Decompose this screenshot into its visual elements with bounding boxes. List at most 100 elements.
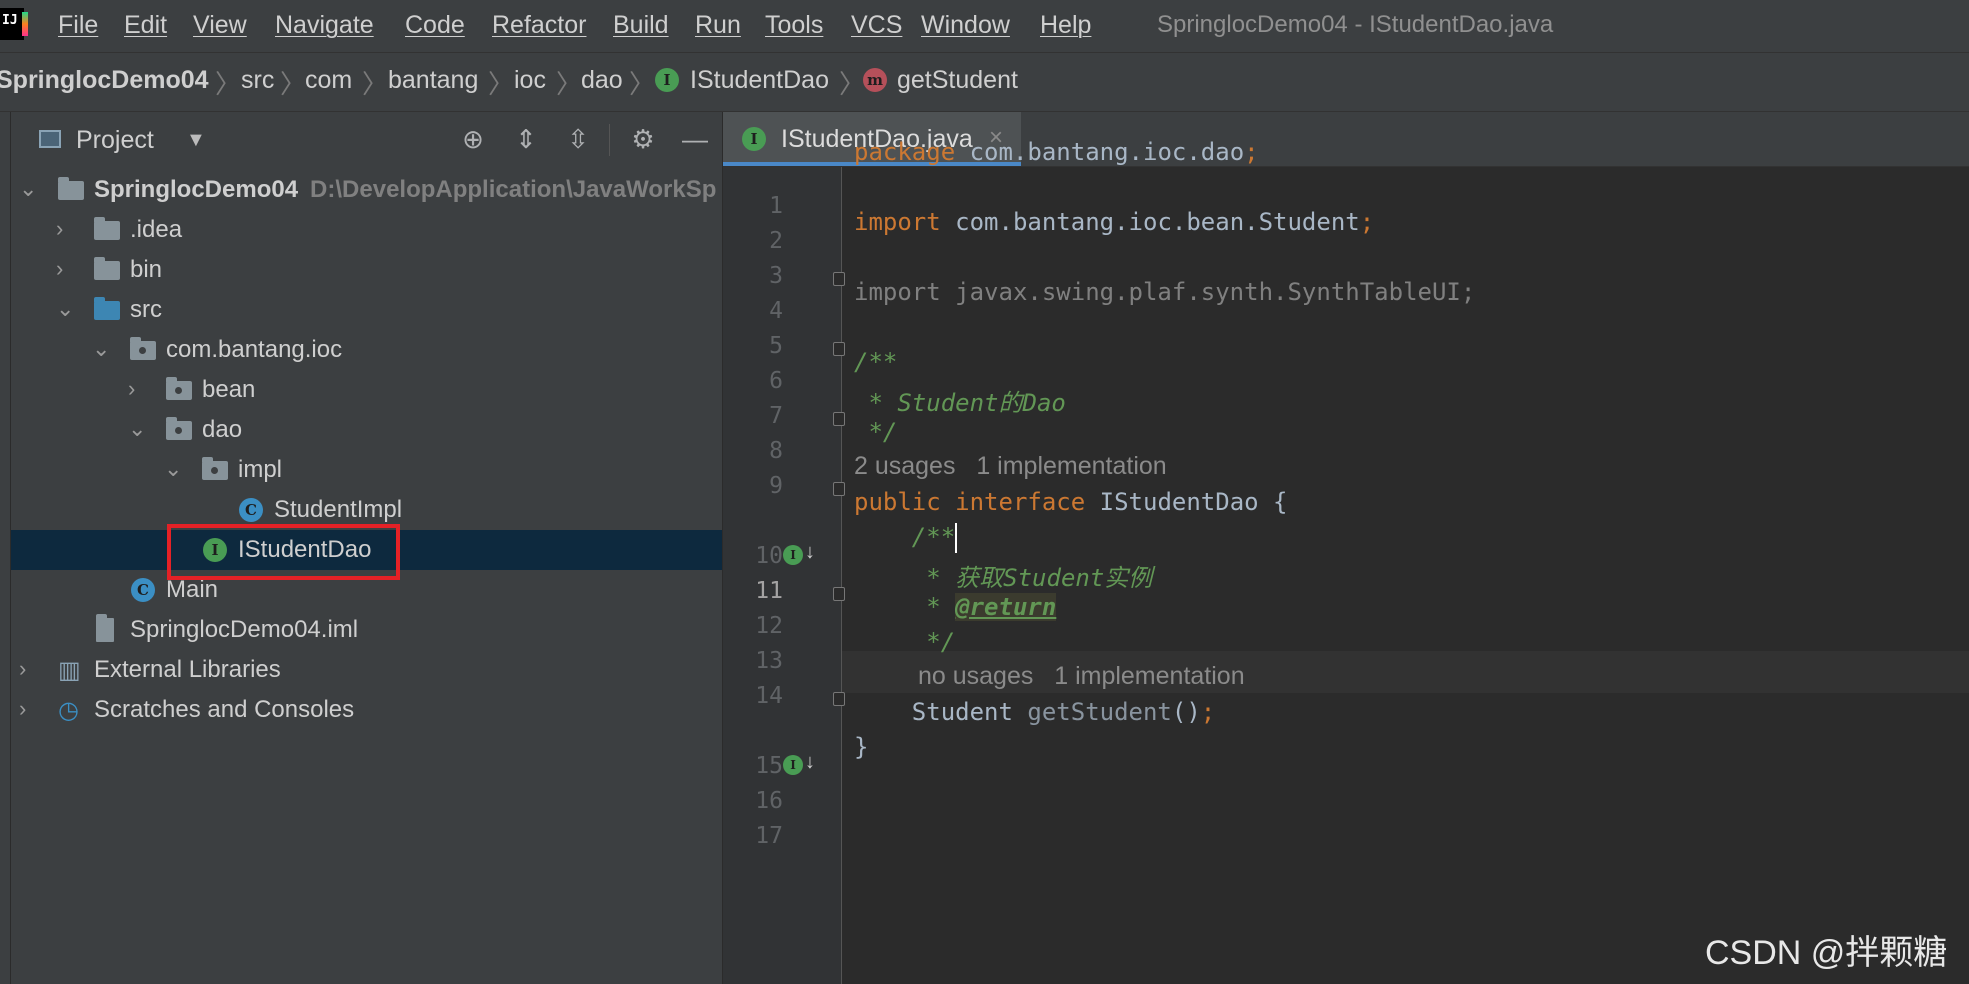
breadcrumb-separator-icon: 〉 (556, 69, 583, 99)
gear-icon[interactable]: ⚙ (628, 124, 658, 155)
javadoc-tag: @return (955, 593, 1057, 621)
menu-edit[interactable]: Edit (124, 11, 167, 40)
menu-tools[interactable]: Tools (765, 11, 823, 40)
tree-item-idea[interactable]: › .idea (11, 210, 722, 250)
tree-item-label: Main (166, 576, 219, 603)
arrow-down-icon[interactable]: ↓ (805, 751, 815, 774)
breadcrumb-ioc[interactable]: ioc (514, 66, 546, 95)
line-number: 2 (769, 228, 783, 254)
tree-item-dao[interactable]: ⌄ dao (11, 410, 722, 450)
package-icon (166, 377, 192, 400)
minimize-icon[interactable]: — (680, 124, 710, 155)
chevron-down-icon[interactable]: ⌄ (19, 176, 37, 202)
code-line-doc: * Student的Dao (854, 389, 1066, 417)
breadcrumb-src[interactable]: src (241, 66, 274, 95)
interface-icon: I (655, 68, 679, 92)
code-line: package com.bantang.ioc.dao; (854, 138, 1259, 166)
tree-item-package-ioc[interactable]: ⌄ com.bantang.ioc (11, 330, 722, 370)
code-text: ; (1244, 138, 1259, 166)
project-folder-icon (58, 177, 84, 200)
implementation-hint[interactable]: 1 implementation (1054, 662, 1244, 690)
fold-marker-icon[interactable] (833, 342, 845, 356)
menu-help[interactable]: Help (1040, 11, 1091, 40)
code-text: com.bantang.ioc.dao (955, 138, 1245, 166)
line-number: 13 (755, 648, 783, 674)
chevron-right-icon[interactable]: › (56, 216, 63, 242)
implemented-icon[interactable]: I (783, 545, 803, 565)
source-folder-icon (94, 297, 120, 320)
tree-item-project-root[interactable]: ⌄ SpringlocDemo04 D:\DevelopApplication\J… (11, 170, 722, 210)
code-line: import com.bantang.ioc.bean.Student; (854, 208, 1374, 236)
code-line-doc: /** (854, 348, 898, 376)
line-number: 15 (755, 753, 783, 779)
runnable-class-icon: C (131, 578, 155, 602)
implementation-hint[interactable]: 1 implementation (976, 452, 1166, 480)
chevron-down-icon[interactable]: ⌄ (92, 336, 110, 362)
project-path: D:\DevelopApplication\JavaWorkSp (310, 176, 717, 203)
line-number: 6 (769, 368, 783, 394)
locate-file-icon[interactable]: ⊕ (458, 124, 488, 155)
arrow-down-icon[interactable]: ↓ (805, 541, 815, 564)
line-number: 3 (769, 263, 783, 289)
breadcrumb-getstudent[interactable]: getStudent (897, 66, 1018, 95)
chevron-down-icon[interactable]: ⌄ (128, 416, 146, 442)
menu-code[interactable]: Code (405, 11, 465, 40)
tree-item-src[interactable]: ⌄ src (11, 290, 722, 330)
fold-marker-icon[interactable] (833, 412, 845, 426)
module-file-icon (96, 614, 114, 642)
fold-marker-icon[interactable] (833, 482, 845, 496)
menu-file[interactable]: File (58, 11, 98, 40)
collapse-all-icon[interactable]: ⇳ (563, 124, 593, 155)
usages-hint[interactable]: 2 usages (854, 452, 955, 480)
tree-item-external-libraries[interactable]: › ▥ External Libraries (11, 650, 722, 690)
code-line: } (854, 733, 869, 761)
code-text: com.bantang.ioc.bean.Student (940, 208, 1360, 236)
usages-hint[interactable]: no usages (918, 662, 1033, 690)
fold-marker-icon[interactable] (833, 272, 845, 286)
inlay-hint[interactable]: no usages 1 implementation (918, 662, 1245, 691)
project-panel-title[interactable]: Project (76, 126, 154, 155)
fold-marker-icon[interactable] (833, 692, 845, 706)
menu-window[interactable]: Window (921, 11, 1010, 40)
code-text: Student (854, 698, 1028, 726)
package-icon (130, 337, 156, 360)
breadcrumb-dao[interactable]: dao (581, 66, 623, 95)
breadcrumb-istudentdao[interactable]: IStudentDao (690, 66, 829, 95)
folder-icon (94, 217, 120, 240)
package-icon (202, 457, 228, 480)
code-text: IStudentDao { (1085, 488, 1288, 516)
menu-build[interactable]: Build (613, 11, 669, 40)
menu-refactor[interactable]: Refactor (492, 11, 586, 40)
tree-item-impl[interactable]: ⌄ impl (11, 450, 722, 490)
menu-run[interactable]: Run (695, 11, 741, 40)
expand-all-icon[interactable]: ⇕ (511, 124, 541, 155)
tree-item-bean[interactable]: › bean (11, 370, 722, 410)
tree-item-iml[interactable]: SpringlocDemo04.iml (11, 610, 722, 650)
chevron-right-icon[interactable]: › (19, 656, 26, 682)
chevron-right-icon[interactable]: › (128, 376, 135, 402)
menu-vcs[interactable]: VCS (851, 11, 902, 40)
breadcrumb-com[interactable]: com (305, 66, 352, 95)
code-editor[interactable]: I IStudentDao.java × 1 2 3 4 5 6 7 8 9 1… (723, 112, 1969, 984)
tree-item-scratches[interactable]: › ◷ Scratches and Consoles (11, 690, 722, 730)
text-caret (955, 523, 958, 553)
menu-view[interactable]: View (193, 11, 247, 40)
watermark: CSDN @拌颗糖 (1705, 934, 1948, 972)
implemented-icon[interactable]: I (783, 755, 803, 775)
line-number: 11 (755, 578, 783, 604)
keyword: public (854, 488, 941, 516)
menu-navigate[interactable]: Navigate (275, 11, 374, 40)
inlay-hint[interactable]: 2 usages 1 implementation (854, 452, 1167, 481)
chevron-down-icon[interactable]: ▼ (186, 129, 206, 152)
tree-item-bin[interactable]: › bin (11, 250, 722, 290)
breadcrumb-project[interactable]: SpringlocDemo04 (0, 66, 209, 95)
chevron-right-icon[interactable]: › (56, 256, 63, 282)
chevron-down-icon[interactable]: ⌄ (56, 296, 74, 322)
fold-marker-icon[interactable] (833, 587, 845, 601)
chevron-down-icon[interactable]: ⌄ (164, 456, 182, 482)
breadcrumb-bantang[interactable]: bantang (388, 66, 478, 95)
chevron-right-icon[interactable]: › (19, 696, 26, 722)
menu-bar: IJ File Edit View Navigate Code Refactor… (0, 0, 1969, 53)
project-view-icon (39, 130, 61, 148)
left-tool-strip[interactable] (0, 112, 11, 984)
